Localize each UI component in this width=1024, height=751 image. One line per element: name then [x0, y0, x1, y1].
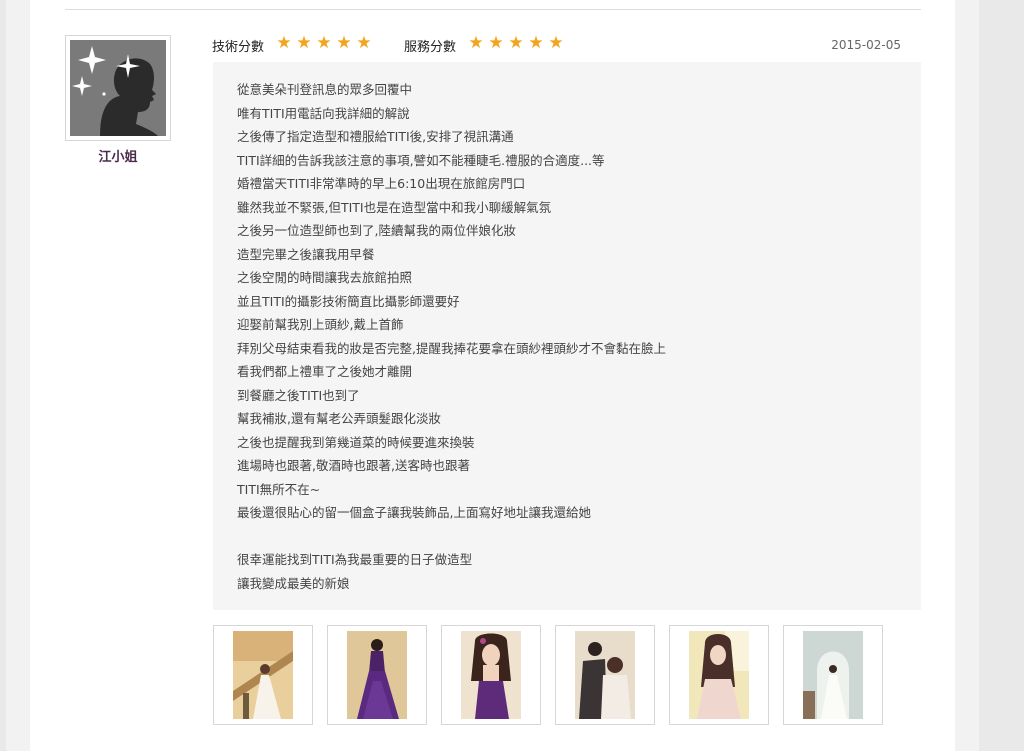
star-icon: ★ [508, 33, 524, 53]
review-line: 造型完畢之後讓我用早餐 [237, 246, 375, 262]
review-line: 迎娶前幫我別上頭紗,戴上首飾 [237, 317, 404, 332]
review-line: 之後空閒的時間讓我去旅館拍照 [237, 270, 413, 285]
review-line: 拜別父母結束看我的妝是否完整,提醒我捧花要拿在頭紗裡頭紗才不會黏在臉上 [237, 340, 666, 356]
review-date: 2015-02-05 [831, 38, 901, 52]
review-line: 最後還很貼心的留一個盒子讓我裝飾品,上面寫好地址讓我還給她 [237, 505, 591, 520]
photo-bride-purple-gown-closeup [461, 631, 521, 719]
divider [65, 9, 921, 10]
reviewer-name: 江小姐 [98, 150, 138, 165]
review-line: 很幸運能找到TITI為我最重要的日子做造型 [237, 552, 473, 567]
photo-thumbnail[interactable] [441, 625, 541, 725]
reviewer-avatar [65, 35, 171, 141]
star-icon: ★ [336, 33, 352, 53]
review-line: 到餐廳之後TITI也到了 [237, 387, 360, 403]
photo-thumbnail[interactable] [783, 625, 883, 725]
photo-hairstyling-session [575, 631, 635, 719]
page-side-shadow-left [6, 0, 30, 751]
technique-stars: ★ ★ ★ ★ ★ [274, 34, 374, 52]
review-line: TITI無所不在~ [237, 481, 321, 497]
woman-silhouette-icon [70, 40, 166, 136]
star-icon: ★ [316, 33, 332, 53]
review-line: 並且TITI的攝影技術簡直比攝影師還要好 [237, 293, 460, 309]
photo-thumbnail[interactable] [327, 625, 427, 725]
photo-bride-white-gown-staircase [233, 631, 293, 719]
review-line: 之後傳了指定造型和禮服給TITI後,安排了視訊溝通 [237, 129, 514, 144]
star-icon: ★ [356, 33, 372, 53]
page-side-shadow-right [955, 0, 979, 751]
star-icon: ★ [528, 33, 544, 53]
star-icon: ★ [296, 33, 312, 53]
review-line: 讓我變成最美的新娘 [237, 575, 350, 591]
review-line: 婚禮當天TITI非常準時的早上6:10出現在旅館房門口 [237, 176, 526, 191]
review-line: 幫我補妝,還有幫老公弄頭髮跟化淡妝 [237, 411, 441, 426]
photo-thumbnail[interactable] [213, 625, 313, 725]
review-line: 之後另一位造型師也到了,陸續幫我的兩位伴娘化妝 [237, 223, 516, 238]
photo-thumbnail[interactable] [669, 625, 769, 725]
photo-bride-purple-gown [347, 631, 407, 719]
review-line: 之後也提醒我到第幾道菜的時候要進來換裝 [237, 434, 475, 450]
star-icon: ★ [276, 33, 292, 53]
review-line: 從意美朵刊登訊息的眾多回覆中 [237, 82, 413, 97]
review-line: 進場時也跟著,敬酒時也跟著,送客時也跟著 [237, 458, 470, 473]
review-line [237, 525, 666, 549]
photo-thumbnail[interactable] [555, 625, 655, 725]
review-line: 唯有TITI用電話向我詳細的解說 [237, 105, 410, 121]
technique-rating-label: 技術分數 [212, 40, 265, 55]
review-content: 從意美朵刊登訊息的眾多回覆中 唯有TITI用電話向我詳細的解說 之後傳了指定造型… [213, 62, 921, 610]
review-line: 看我們都上禮車了之後她才離開 [237, 364, 413, 379]
star-icon: ★ [548, 33, 564, 53]
star-icon: ★ [488, 33, 504, 53]
star-icon: ★ [468, 33, 484, 53]
review-line: 雖然我並不緊張,但TITI也是在造型當中和我小聊緩解氣氛 [237, 199, 552, 215]
review-line: TITI詳細的告訴我該注意的事項,譬如不能種睫毛.禮服的合適度...等 [237, 152, 605, 168]
service-stars: ★ ★ ★ ★ ★ [466, 34, 566, 52]
service-rating-label: 服務分數 [404, 40, 457, 55]
photo-bride-white-gown-window [803, 631, 863, 719]
photo-bride-lace-dress-seated [689, 631, 749, 719]
review-text: 從意美朵刊登訊息的眾多回覆中 唯有TITI用電話向我詳細的解說 之後傳了指定造型… [237, 78, 666, 595]
